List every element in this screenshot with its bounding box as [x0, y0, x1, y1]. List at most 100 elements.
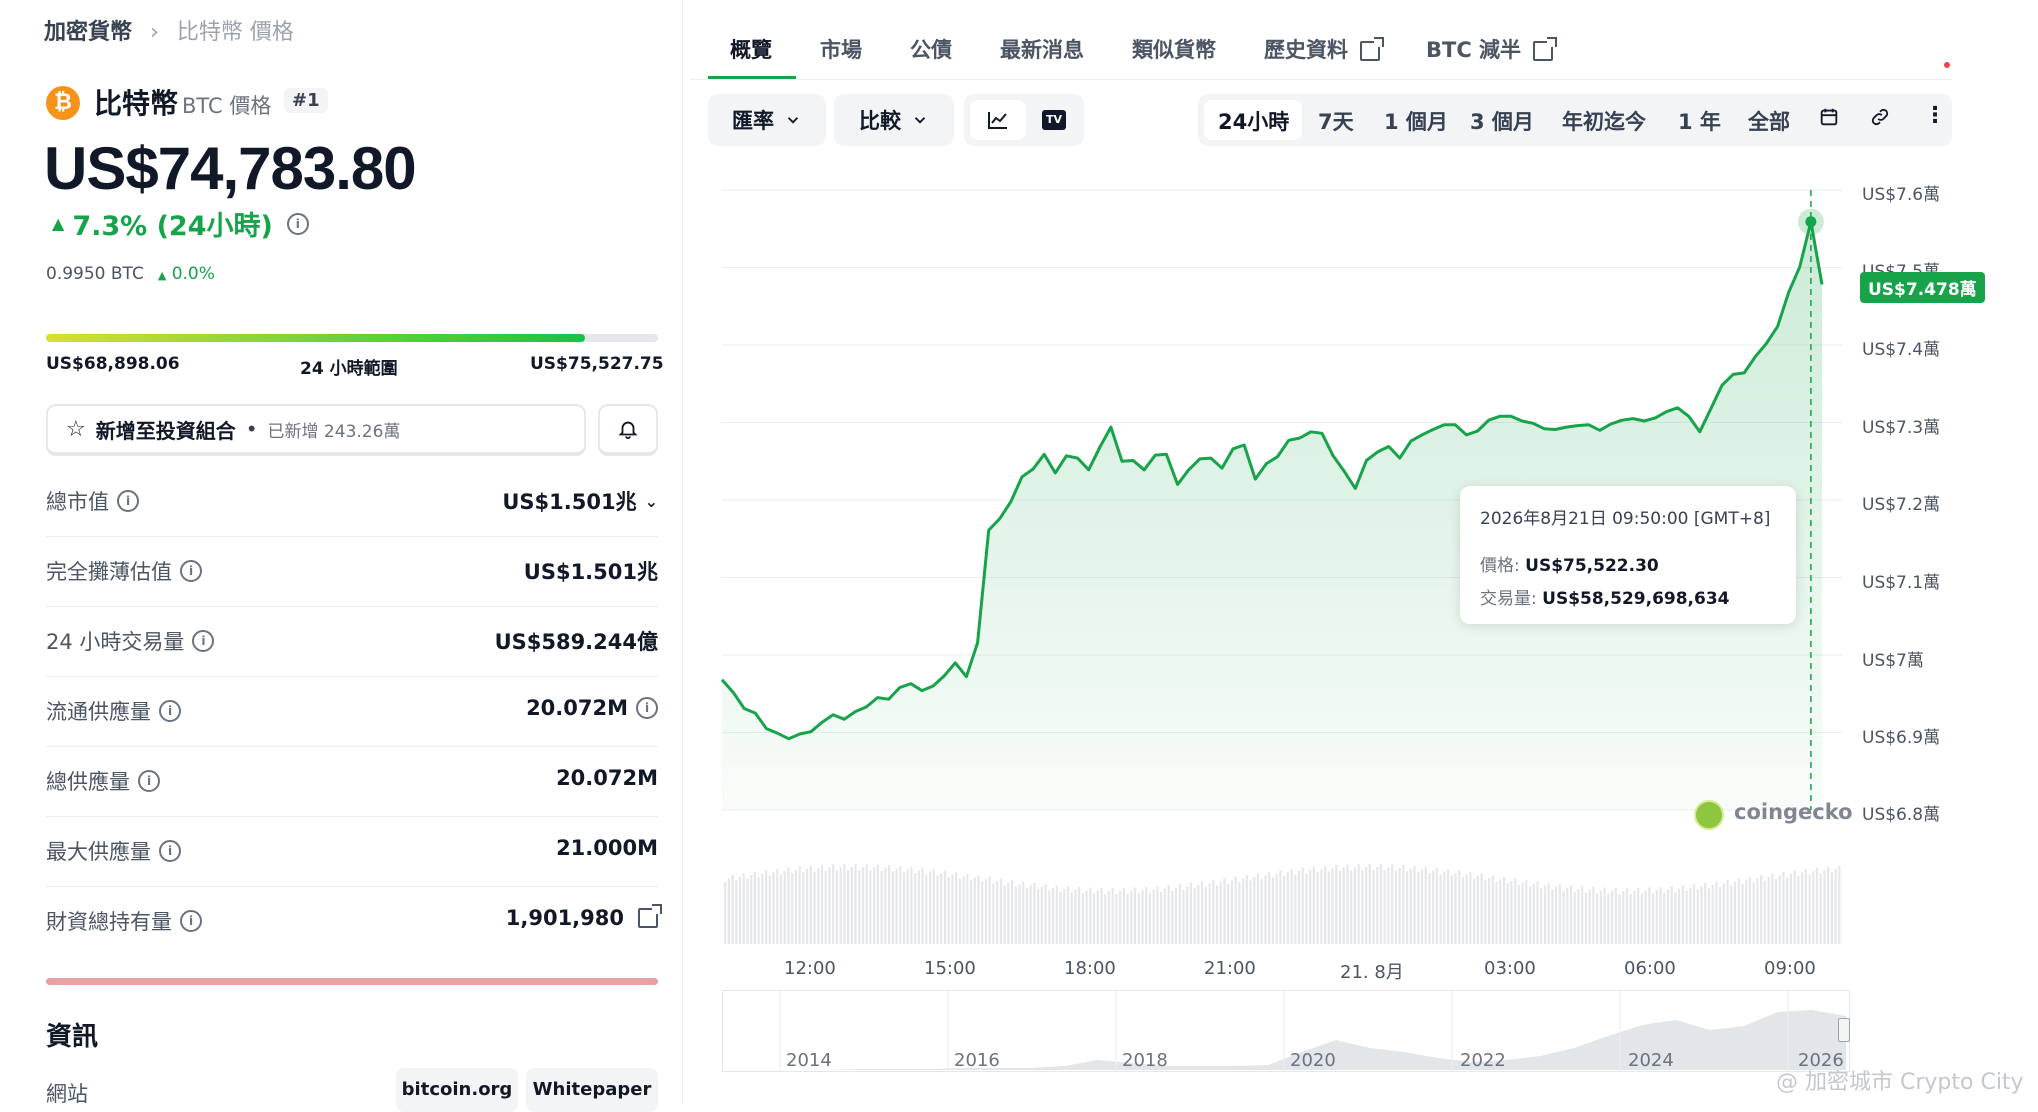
volume-bar — [1763, 880, 1766, 944]
volume-bar — [865, 864, 868, 944]
volume-bar — [1610, 890, 1614, 944]
volume-bar — [1640, 893, 1643, 944]
volume-bar — [884, 867, 887, 944]
volume-bar — [1256, 873, 1260, 944]
volume-bar — [1488, 877, 1491, 944]
volume-bar — [753, 871, 756, 944]
volume-bar — [1327, 871, 1330, 944]
tooltip-price-label: 價格: — [1480, 556, 1520, 576]
navigator-year-label: 2014 — [786, 1050, 832, 1071]
y-tick-label: US$6.9萬 — [1862, 728, 1941, 748]
y-tick-label: US$7.4萬 — [1862, 340, 1941, 360]
volume-bar — [1685, 890, 1688, 944]
volume-bar — [1793, 870, 1796, 944]
volume-bar — [1521, 882, 1524, 944]
volume-bar — [1368, 864, 1371, 944]
volume-bar — [1454, 873, 1457, 944]
volume-bar — [1435, 867, 1438, 944]
volume-bar — [947, 877, 950, 944]
volume-bar — [1294, 874, 1297, 944]
y-tick-label: US$7.1萬 — [1862, 573, 1941, 593]
tooltip-time: 2026年8月21日 09:50:00 [GMT+8] — [1480, 509, 1771, 529]
volume-bar — [929, 871, 932, 944]
volume-bar — [724, 882, 727, 944]
volume-bar — [1827, 866, 1830, 944]
volume-bar — [899, 865, 902, 944]
volume-bar — [1156, 886, 1159, 944]
volume-bar — [1141, 890, 1144, 944]
volume-bar — [1014, 886, 1017, 944]
x-tick-label: 21:00 — [1204, 958, 1256, 979]
volume-bar — [1167, 885, 1170, 944]
volume-bar — [1801, 872, 1804, 944]
volume-bar — [1402, 865, 1405, 944]
volume-bar — [1476, 876, 1479, 944]
volume-bar — [1525, 880, 1528, 944]
volume-bar — [1148, 892, 1151, 944]
volume-bar — [1789, 874, 1792, 944]
volume-bar — [1007, 882, 1010, 944]
volume-bar — [1119, 890, 1122, 944]
volume-bar — [847, 870, 850, 944]
volume-bar — [1484, 880, 1487, 944]
volume-bar — [1529, 886, 1532, 944]
volume-bar — [973, 877, 976, 944]
volume-bar — [1044, 884, 1047, 944]
volume-bar — [802, 872, 805, 944]
volume-bar — [1592, 887, 1595, 944]
volume-bar — [768, 875, 771, 944]
volume-bar — [1171, 890, 1174, 944]
volume-bar — [1689, 887, 1692, 944]
volume-bar — [1208, 883, 1211, 944]
volume-bar — [1100, 887, 1103, 944]
volume-bar — [776, 868, 779, 944]
volume-bar — [735, 880, 738, 944]
volume-bar — [1227, 883, 1230, 944]
volume-bar — [895, 868, 898, 944]
volume-bar — [809, 865, 812, 944]
volume-bar — [1160, 891, 1163, 944]
volume-bar — [1085, 890, 1088, 944]
volume-bar — [1678, 888, 1681, 944]
volume-bar — [843, 864, 846, 944]
volume-bar — [955, 872, 958, 944]
navigator-handle[interactable] — [1838, 1018, 1850, 1042]
hover-point — [1805, 216, 1817, 228]
volume-bar — [1726, 880, 1729, 944]
volume-bar — [1268, 871, 1271, 944]
volume-bar — [791, 873, 794, 944]
volume-bar — [1804, 869, 1807, 944]
volume-bar — [1782, 872, 1785, 944]
volume-bar — [1137, 893, 1140, 944]
volume-bar — [1238, 882, 1241, 944]
volume-bar — [1394, 870, 1397, 944]
volume-bar — [1186, 886, 1189, 944]
volume-bar — [1059, 891, 1062, 944]
volume-bar — [787, 867, 790, 944]
volume-bar — [1283, 875, 1286, 944]
y-tick-label: US$7.6萬 — [1862, 185, 1941, 205]
range-navigator[interactable] — [722, 990, 1850, 1072]
volume-bar — [1681, 885, 1684, 944]
volume-bar — [1025, 888, 1029, 944]
volume-bar — [1555, 886, 1558, 944]
volume-bar — [794, 869, 797, 944]
volume-bar — [981, 881, 984, 944]
volume-bar — [1748, 876, 1751, 944]
volume-bar — [1212, 879, 1215, 944]
volume-bar — [1406, 871, 1409, 944]
page-watermark: @ 加密城市 Crypto City — [1776, 1070, 2024, 1095]
x-tick-label: 21. 8月 — [1340, 962, 1404, 983]
volume-bar — [1249, 880, 1252, 944]
volume-bar — [839, 867, 842, 944]
volume-bar — [1033, 883, 1036, 944]
volume-bar — [832, 864, 835, 944]
volume-bar — [1774, 879, 1778, 944]
volume-bar — [1428, 873, 1431, 944]
volume-bar — [1361, 870, 1364, 944]
volume-bar — [1018, 884, 1021, 944]
volume-bar — [1473, 878, 1476, 944]
volume-bar — [1562, 890, 1565, 944]
volume-bar — [1424, 866, 1427, 944]
volume-bar — [1506, 883, 1509, 944]
